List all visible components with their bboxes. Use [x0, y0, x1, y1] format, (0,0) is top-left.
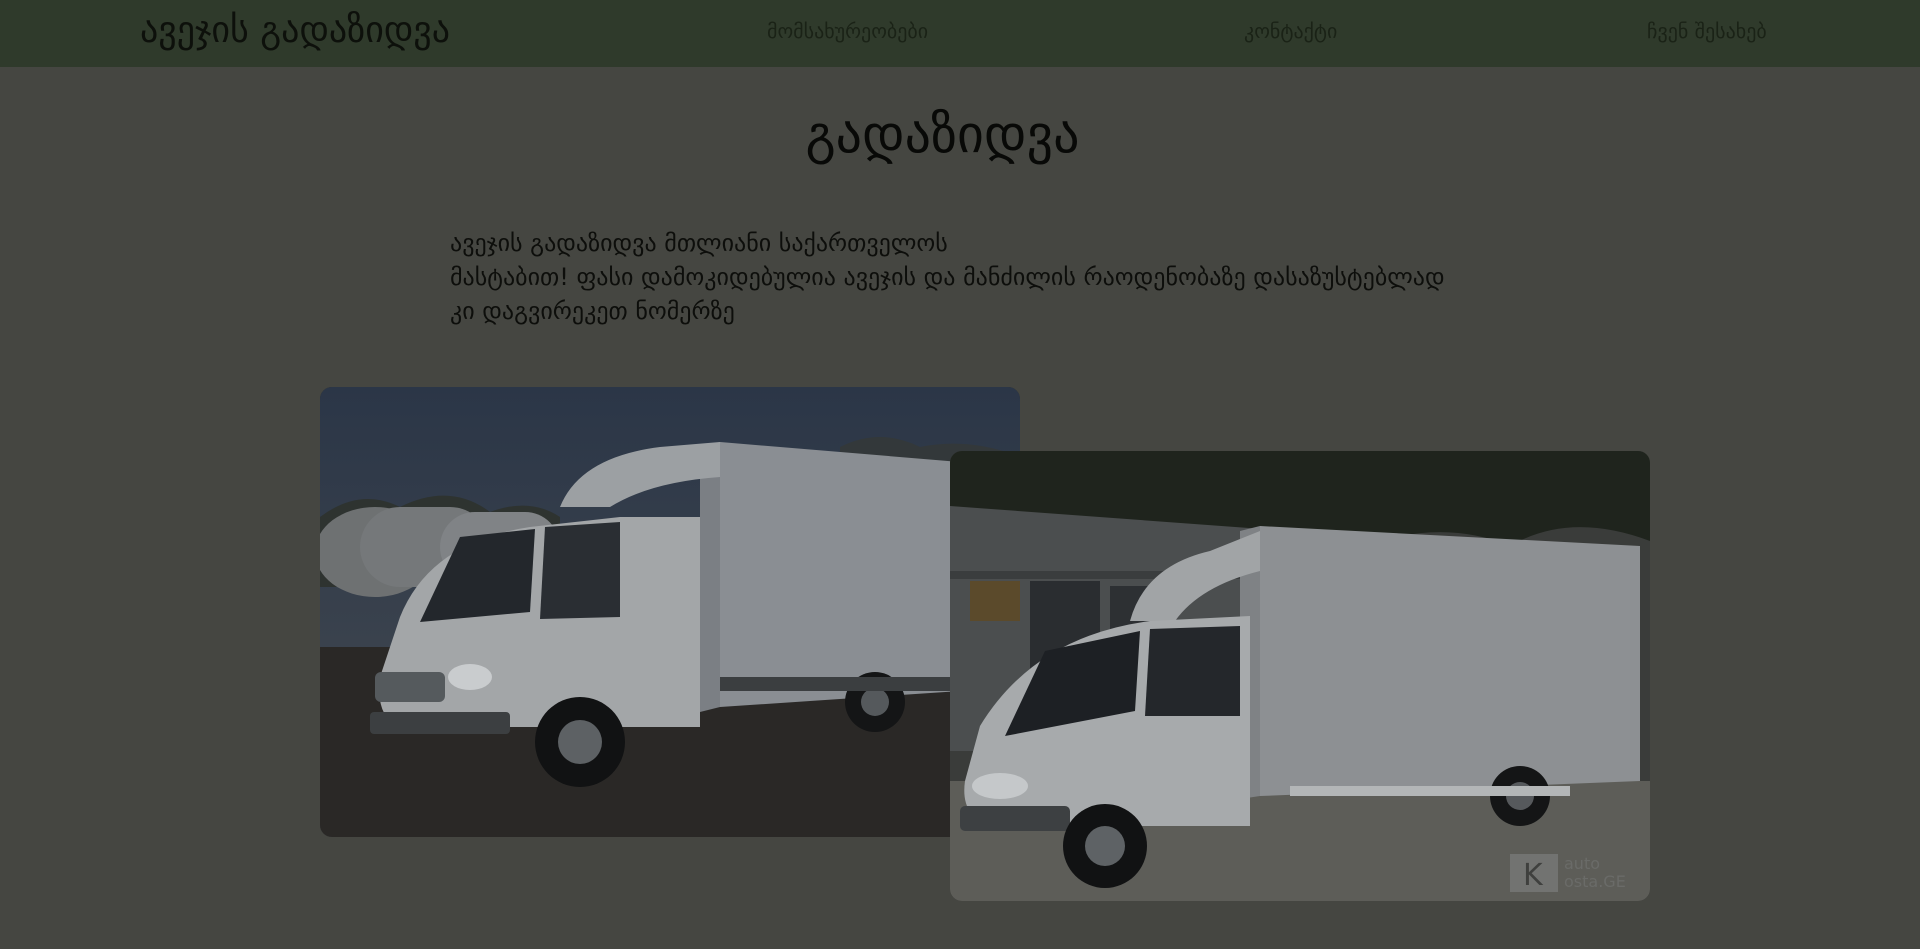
brand-logo-link[interactable]: ავეჯის გადაზიდვა — [140, 8, 450, 54]
top-navigation-bar: ავეჯის გადაზიდვა მომსახურეობები კონტაქტი… — [0, 0, 1920, 67]
page-title: გადაზიდვა — [805, 105, 1080, 165]
truck-photo-right: K auto osta.GE — [950, 451, 1650, 901]
service-description: ავეჯის გადაზიდვა მთლიანი საქართველოს მას… — [450, 226, 1610, 328]
description-line: ავეჯის გადაზიდვა მთლიანი საქართველოს — [450, 229, 948, 257]
nav-link-contact[interactable]: კონტაქტი — [1244, 18, 1337, 44]
nav-link-about[interactable]: ჩვენ შესახებ — [1647, 18, 1767, 44]
nav-link-services[interactable]: მომსახურეობები — [767, 18, 928, 44]
watermark-line2: osta.GE — [1564, 872, 1626, 891]
description-line: მასტაბით! ფასი დამოკიდებულია ავეჯის და მ… — [450, 263, 1445, 291]
truck-photo-left — [320, 387, 1020, 837]
watermark-letter: K — [1523, 858, 1544, 893]
watermark-line1: auto — [1564, 854, 1600, 873]
description-line: კი დაგვირეკეთ ნომერზე — [450, 297, 735, 325]
